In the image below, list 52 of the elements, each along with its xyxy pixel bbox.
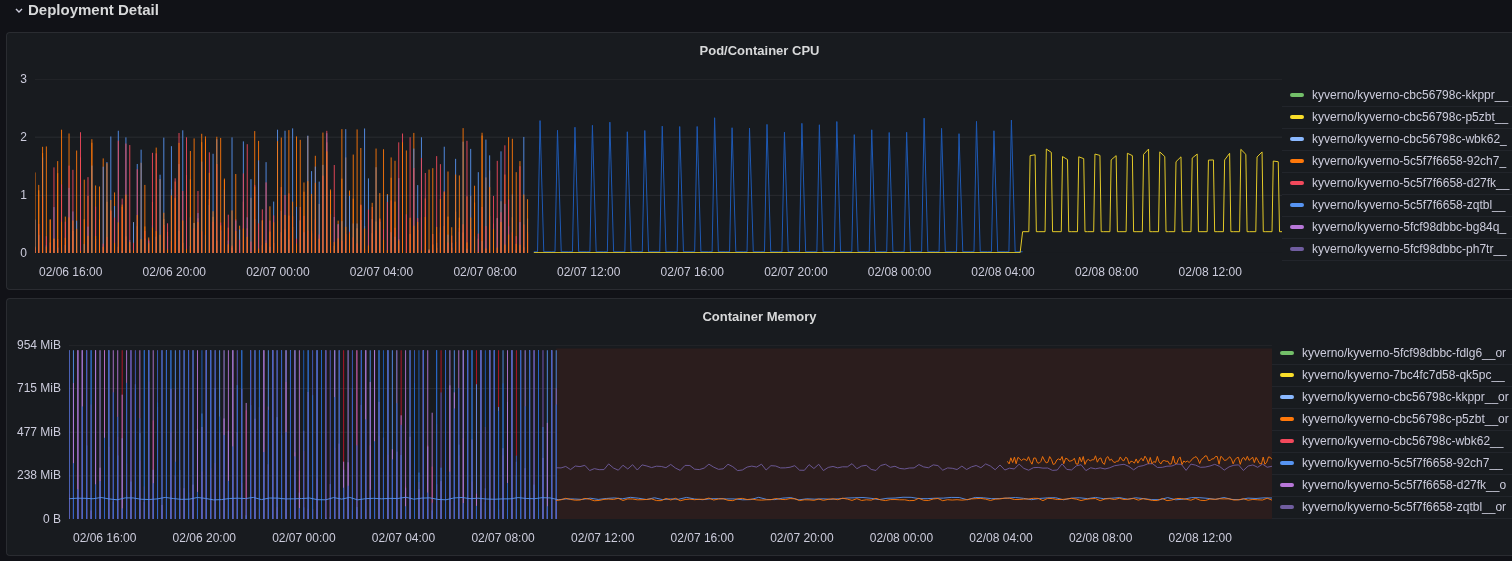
x-axis-label: 02/07 12:00	[556, 264, 621, 281]
x-axis-label: 02/07 12:00	[570, 530, 635, 547]
x-axis-label: 02/08 08:00	[1068, 530, 1133, 547]
x-axis-label: 02/06 16:00	[39, 264, 103, 281]
legend-label[interactable]: kyverno/kyverno-5c5f7f6658-d27fk__o	[1302, 476, 1507, 494]
legend-label[interactable]: kyverno/kyverno-5c5f7f6658-zqtbl__	[1312, 196, 1506, 214]
section-title[interactable]: Deployment Detail	[28, 0, 159, 22]
x-axis-label: 02/07 04:00	[371, 530, 436, 547]
x-axis-label: 02/07 08:00	[453, 264, 517, 281]
x-axis-label: 02/08 12:00	[1178, 264, 1242, 281]
x-axis-label: 02/08 00:00	[867, 264, 932, 281]
y-axis-label: 0	[20, 246, 27, 259]
legend-label[interactable]: kyverno/kyverno-5c5f7f6658-92ch7__	[1302, 454, 1503, 472]
x-axis-label: 02/08 04:00	[971, 264, 1035, 281]
legend-label[interactable]: kyverno/kyverno-5c5f7f6658-92ch7_	[1312, 152, 1507, 170]
x-axis-label: 02/07 16:00	[670, 530, 734, 547]
y-axis-label: 954 MiB	[16, 338, 61, 351]
x-axis-label: 02/07 08:00	[471, 530, 535, 547]
legend-label[interactable]: kyverno/kyverno-5c5f7f6658-d27fk__	[1312, 174, 1510, 192]
y-axis-label: 1	[20, 188, 27, 201]
x-axis-label: 02/07 16:00	[660, 264, 724, 281]
legend-label[interactable]: kyverno/kyverno-5fcf98dbbc-bg84q_	[1312, 218, 1507, 236]
legend-label[interactable]: kyverno/kyverno-5fcf98dbbc-ph7tr__	[1312, 240, 1507, 258]
y-axis-label: 715 MiB	[16, 382, 61, 395]
x-axis-label: 02/08 00:00	[869, 530, 934, 547]
x-axis-label: 02/06 16:00	[73, 530, 137, 547]
x-axis-label: 02/08 12:00	[1168, 530, 1232, 547]
y-axis-label: 3	[20, 72, 27, 85]
legend-label[interactable]: kyverno/kyverno-cbc56798c-kkppr__or	[1302, 388, 1509, 406]
x-axis-label: 02/06 20:00	[172, 530, 236, 547]
x-axis-label: 02/08 08:00	[1074, 264, 1139, 281]
legend-label[interactable]: kyverno/kyverno-cbc56798c-p5zbt__	[1312, 108, 1509, 126]
x-axis-label: 02/07 20:00	[770, 530, 834, 547]
x-axis-label: 02/08 04:00	[969, 530, 1033, 547]
legend-label[interactable]: kyverno/kyverno-5fcf98dbbc-fdlg6__or	[1302, 344, 1507, 362]
y-axis-label: 2	[20, 130, 27, 143]
legend-label[interactable]: kyverno/kyverno-cbc56798c-p5zbt__or	[1302, 410, 1509, 428]
x-axis-label: 02/07 20:00	[764, 264, 828, 281]
x-axis-label: 02/07 00:00	[246, 264, 310, 281]
legend-label[interactable]: kyverno/kyverno-cbc56798c-kkppr__	[1312, 86, 1509, 104]
y-axis-label: 0 B	[43, 513, 61, 525]
y-axis-label: 238 MiB	[16, 469, 61, 482]
panel-title: Pod/Container CPU	[698, 42, 821, 60]
legend-label[interactable]: kyverno/kyverno-cbc56798c-wbk62__	[1302, 432, 1504, 450]
legend-label[interactable]: kyverno/kyverno-5c5f7f6658-zqtbl__or	[1302, 498, 1507, 516]
x-axis-label: 02/06 20:00	[142, 264, 206, 281]
y-axis-label: 477 MiB	[16, 425, 61, 438]
x-axis-label: 02/07 04:00	[349, 264, 414, 281]
legend-label[interactable]: kyverno/kyverno-7bc4fc7d58-qk5pc__	[1302, 366, 1505, 384]
legend-label[interactable]: kyverno/kyverno-cbc56798c-wbk62_	[1312, 130, 1507, 148]
panel-title: Container Memory	[701, 308, 818, 326]
x-axis-label: 02/07 00:00	[272, 530, 336, 547]
